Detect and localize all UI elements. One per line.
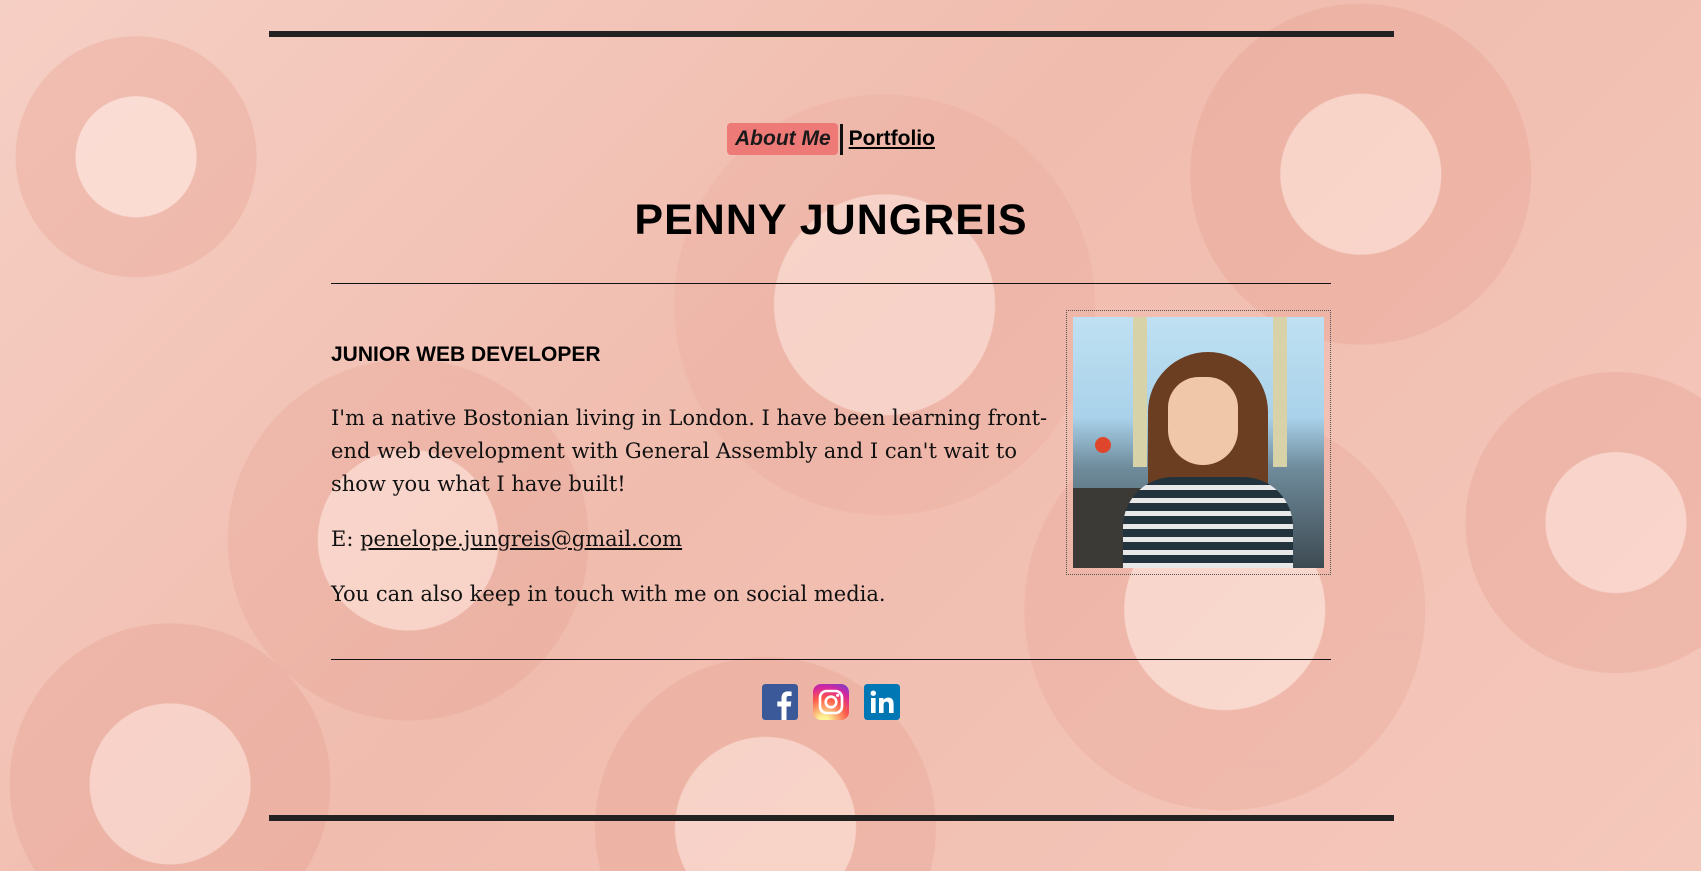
top-frame-line: [269, 31, 1394, 37]
job-title: JUNIOR WEB DEVELOPER: [331, 343, 601, 366]
profile-photo-frame: [1066, 310, 1331, 575]
bio-paragraph: I'm a native Bostonian living in London.…: [331, 406, 1048, 496]
main-nav: About Me Portfolio: [0, 123, 1662, 155]
instagram-icon[interactable]: [813, 684, 849, 720]
facebook-icon[interactable]: [762, 684, 798, 720]
divider-bottom: [331, 659, 1331, 660]
nav-separator: [839, 123, 843, 155]
email-line: E: penelope.jungreis@gmail.com: [331, 523, 682, 556]
social-media-text: You can also keep in touch with me on so…: [331, 582, 886, 606]
nav-link-about-me[interactable]: About Me: [727, 123, 838, 155]
linkedin-icon[interactable]: [864, 684, 900, 720]
nav-link-portfolio[interactable]: Portfolio: [849, 126, 935, 152]
social-icons-row: [0, 684, 1662, 720]
page-title: PENNY JUNGREIS: [634, 196, 1028, 244]
divider-top: [331, 283, 1331, 284]
email-link[interactable]: penelope.jungreis@gmail.com: [360, 527, 682, 551]
bottom-frame-line: [269, 815, 1394, 821]
profile-photo: [1073, 317, 1324, 568]
email-prefix: E:: [331, 527, 361, 551]
